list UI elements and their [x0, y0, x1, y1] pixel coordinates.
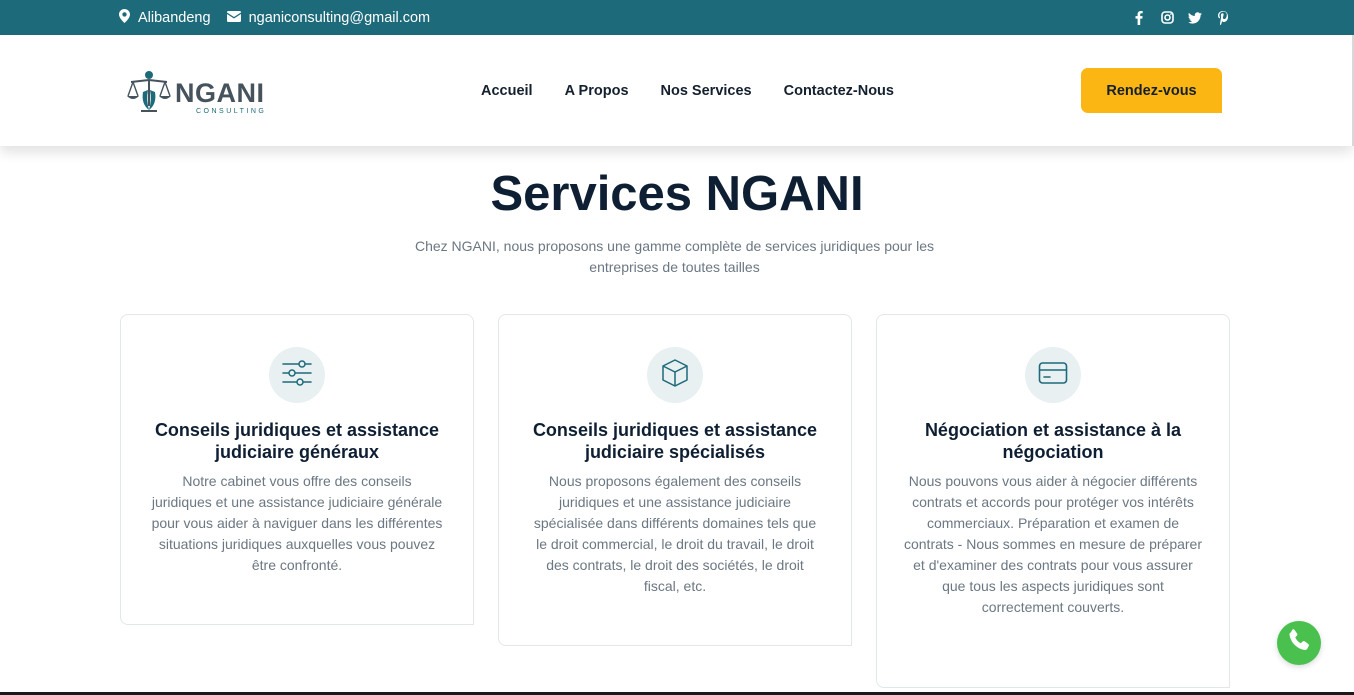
service-card-text: Notre cabinet vous offre des conseils ju… — [151, 473, 443, 573]
nav-item-a-propos[interactable]: A Propos — [565, 83, 629, 99]
envelope-icon — [226, 10, 241, 26]
icon-circle — [269, 347, 325, 403]
email-item[interactable]: nganiconsulting@gmail.com — [226, 10, 431, 26]
service-card-title: Conseils juridiques et assistance judici… — [532, 420, 818, 462]
scales-logo-icon — [127, 70, 171, 117]
service-card-title: Conseils juridiques et assistance judici… — [154, 420, 440, 462]
location-item: Alibandeng — [119, 8, 211, 27]
page-intro: Chez NGANI, nous proposons une gamme com… — [414, 238, 935, 275]
ngani-logo[interactable]: NGANI CONSULTING — [127, 70, 265, 117]
page-title: Services NGANI — [490, 167, 864, 221]
sliders-icon — [282, 359, 312, 392]
service-card: Négociation et assistance à la négociati… — [876, 314, 1230, 688]
service-card-text: Nous proposons également des conseils ju… — [533, 473, 817, 594]
service-card: Conseils juridiques et assistance judici… — [498, 314, 852, 646]
main-nav: Accueil A Propos Nos Services Contactez-… — [481, 35, 894, 146]
nav-item-contactez-nous[interactable]: Contactez-Nous — [784, 83, 894, 99]
rendez-vous-button[interactable]: Rendez-vous — [1081, 68, 1222, 113]
map-pin-icon — [119, 8, 130, 27]
top-bar: Alibandeng nganiconsulting@gmail.com — [0, 0, 1354, 35]
logo-name: NGANI — [175, 78, 265, 108]
site-header: NGANI CONSULTING Accueil A Propos Nos Se… — [0, 35, 1352, 146]
instagram-icon[interactable] — [1160, 11, 1174, 25]
logo-wordmark: NGANI CONSULTING — [175, 78, 265, 116]
twitter-icon[interactable] — [1188, 11, 1202, 25]
service-card-title: Négociation et assistance à la négociati… — [924, 420, 1182, 462]
service-card: Conseils juridiques et assistance judici… — [120, 314, 474, 625]
location-text: Alibandeng — [138, 9, 211, 26]
contact-info: Alibandeng nganiconsulting@gmail.com — [119, 0, 430, 35]
whatsapp-button[interactable] — [1277, 621, 1321, 665]
service-card-text: Nous pouvons vous aider à négocier diffé… — [903, 473, 1202, 615]
box-icon — [660, 358, 690, 393]
logo-subtitle: CONSULTING — [196, 108, 267, 115]
icon-circle — [1025, 347, 1081, 403]
email-link[interactable]: nganiconsulting@gmail.com — [249, 10, 431, 26]
credit-card-icon — [1038, 361, 1068, 390]
nav-item-accueil[interactable]: Accueil — [481, 83, 533, 99]
pinterest-icon[interactable] — [1216, 10, 1230, 25]
facebook-icon[interactable] — [1132, 10, 1146, 25]
icon-circle — [647, 347, 703, 403]
phone-icon — [1286, 628, 1312, 659]
social-links — [1132, 0, 1230, 35]
nav-item-nos-services[interactable]: Nos Services — [661, 83, 752, 99]
